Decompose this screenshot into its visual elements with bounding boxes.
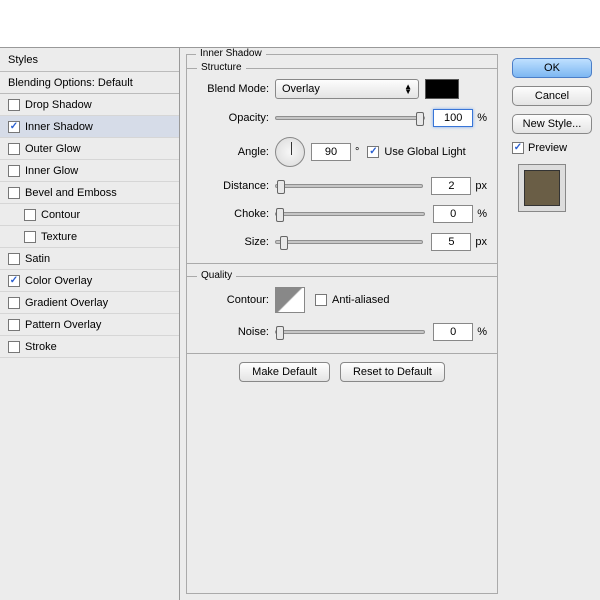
style-item-inner-shadow[interactable]: Inner Shadow: [0, 116, 179, 138]
contour-label: Contour:: [197, 294, 275, 306]
style-checkbox[interactable]: [8, 121, 20, 133]
style-item-contour[interactable]: Contour: [0, 204, 179, 226]
global-light-label: Use Global Light: [384, 146, 465, 158]
distance-slider[interactable]: [275, 184, 423, 188]
shadow-color-swatch[interactable]: [425, 79, 459, 99]
size-field[interactable]: [431, 233, 471, 251]
opacity-field[interactable]: [433, 109, 473, 127]
make-default-button[interactable]: Make Default: [239, 362, 330, 382]
style-checkbox[interactable]: [8, 165, 20, 177]
blend-mode-label: Blend Mode:: [197, 83, 275, 95]
style-label: Bevel and Emboss: [25, 187, 117, 199]
style-label: Satin: [25, 253, 50, 265]
style-label: Inner Shadow: [25, 121, 93, 133]
angle-dial[interactable]: [275, 137, 305, 167]
style-checkbox[interactable]: [8, 187, 20, 199]
style-checkbox[interactable]: [8, 99, 20, 111]
panel-title: Inner Shadow: [196, 48, 266, 59]
new-style-button[interactable]: New Style...: [512, 114, 592, 134]
dialog-buttons: OK Cancel New Style... Preview: [504, 48, 600, 600]
quality-title: Quality: [197, 270, 236, 281]
distance-field[interactable]: [431, 177, 471, 195]
distance-label: Distance:: [197, 180, 275, 192]
style-item-color-overlay[interactable]: Color Overlay: [0, 270, 179, 292]
style-label: Outer Glow: [25, 143, 81, 155]
style-label: Pattern Overlay: [25, 319, 101, 331]
style-label: Texture: [41, 231, 77, 243]
angle-field[interactable]: [311, 143, 351, 161]
preview-label: Preview: [528, 142, 567, 154]
style-label: Contour: [41, 209, 80, 221]
noise-label: Noise:: [197, 326, 275, 338]
style-label: Drop Shadow: [25, 99, 92, 111]
choke-field[interactable]: [433, 205, 473, 223]
ok-button[interactable]: OK: [512, 58, 592, 78]
size-label: Size:: [197, 236, 275, 248]
distance-unit: px: [475, 180, 487, 192]
opacity-slider[interactable]: [275, 116, 425, 120]
noise-field[interactable]: [433, 323, 473, 341]
blend-mode-dropdown[interactable]: Overlay ▲▼: [275, 79, 419, 99]
style-label: Color Overlay: [25, 275, 92, 287]
style-checkbox[interactable]: [8, 297, 20, 309]
style-checkbox[interactable]: [24, 231, 36, 243]
noise-slider[interactable]: [275, 330, 425, 334]
style-item-gradient-overlay[interactable]: Gradient Overlay: [0, 292, 179, 314]
style-item-inner-glow[interactable]: Inner Glow: [0, 160, 179, 182]
structure-fieldset: Structure Blend Mode: Overlay ▲▼ Opacity…: [186, 68, 498, 264]
style-item-pattern-overlay[interactable]: Pattern Overlay: [0, 314, 179, 336]
preview-swatch: [518, 164, 566, 212]
style-checkbox[interactable]: [8, 143, 20, 155]
style-item-satin[interactable]: Satin: [0, 248, 179, 270]
choke-slider[interactable]: [275, 212, 425, 216]
angle-unit: °: [355, 146, 359, 158]
size-unit: px: [475, 236, 487, 248]
style-checkbox[interactable]: [8, 341, 20, 353]
preview-checkbox[interactable]: [512, 142, 524, 154]
style-checkbox[interactable]: [8, 275, 20, 287]
style-item-bevel-and-emboss[interactable]: Bevel and Emboss: [0, 182, 179, 204]
layer-style-dialog: Styles Blending Options: Default Drop Sh…: [0, 47, 600, 600]
contour-picker[interactable]: [275, 287, 305, 313]
blending-options-header[interactable]: Blending Options: Default: [0, 72, 179, 94]
antialiased-checkbox[interactable]: [315, 294, 327, 306]
choke-label: Choke:: [197, 208, 275, 220]
style-item-stroke[interactable]: Stroke: [0, 336, 179, 358]
style-label: Gradient Overlay: [25, 297, 108, 309]
size-slider[interactable]: [275, 240, 423, 244]
quality-fieldset: Quality Contour: Anti-aliased Noise: %: [186, 276, 498, 354]
style-item-outer-glow[interactable]: Outer Glow: [0, 138, 179, 160]
style-checkbox[interactable]: [24, 209, 36, 221]
opacity-unit: %: [477, 112, 487, 124]
choke-unit: %: [477, 208, 487, 220]
styles-header: Styles: [0, 48, 179, 72]
settings-panel: Inner Shadow Structure Blend Mode: Overl…: [180, 48, 504, 600]
style-item-texture[interactable]: Texture: [0, 226, 179, 248]
global-light-checkbox[interactable]: [367, 146, 379, 158]
structure-title: Structure: [197, 62, 246, 73]
style-label: Inner Glow: [25, 165, 78, 177]
reset-default-button[interactable]: Reset to Default: [340, 362, 445, 382]
cancel-button[interactable]: Cancel: [512, 86, 592, 106]
angle-label: Angle:: [197, 146, 275, 158]
opacity-label: Opacity:: [197, 112, 275, 124]
style-label: Stroke: [25, 341, 57, 353]
style-checkbox[interactable]: [8, 253, 20, 265]
style-checkbox[interactable]: [8, 319, 20, 331]
antialiased-label: Anti-aliased: [332, 294, 389, 306]
noise-unit: %: [477, 326, 487, 338]
style-item-drop-shadow[interactable]: Drop Shadow: [0, 94, 179, 116]
styles-sidebar: Styles Blending Options: Default Drop Sh…: [0, 48, 180, 600]
